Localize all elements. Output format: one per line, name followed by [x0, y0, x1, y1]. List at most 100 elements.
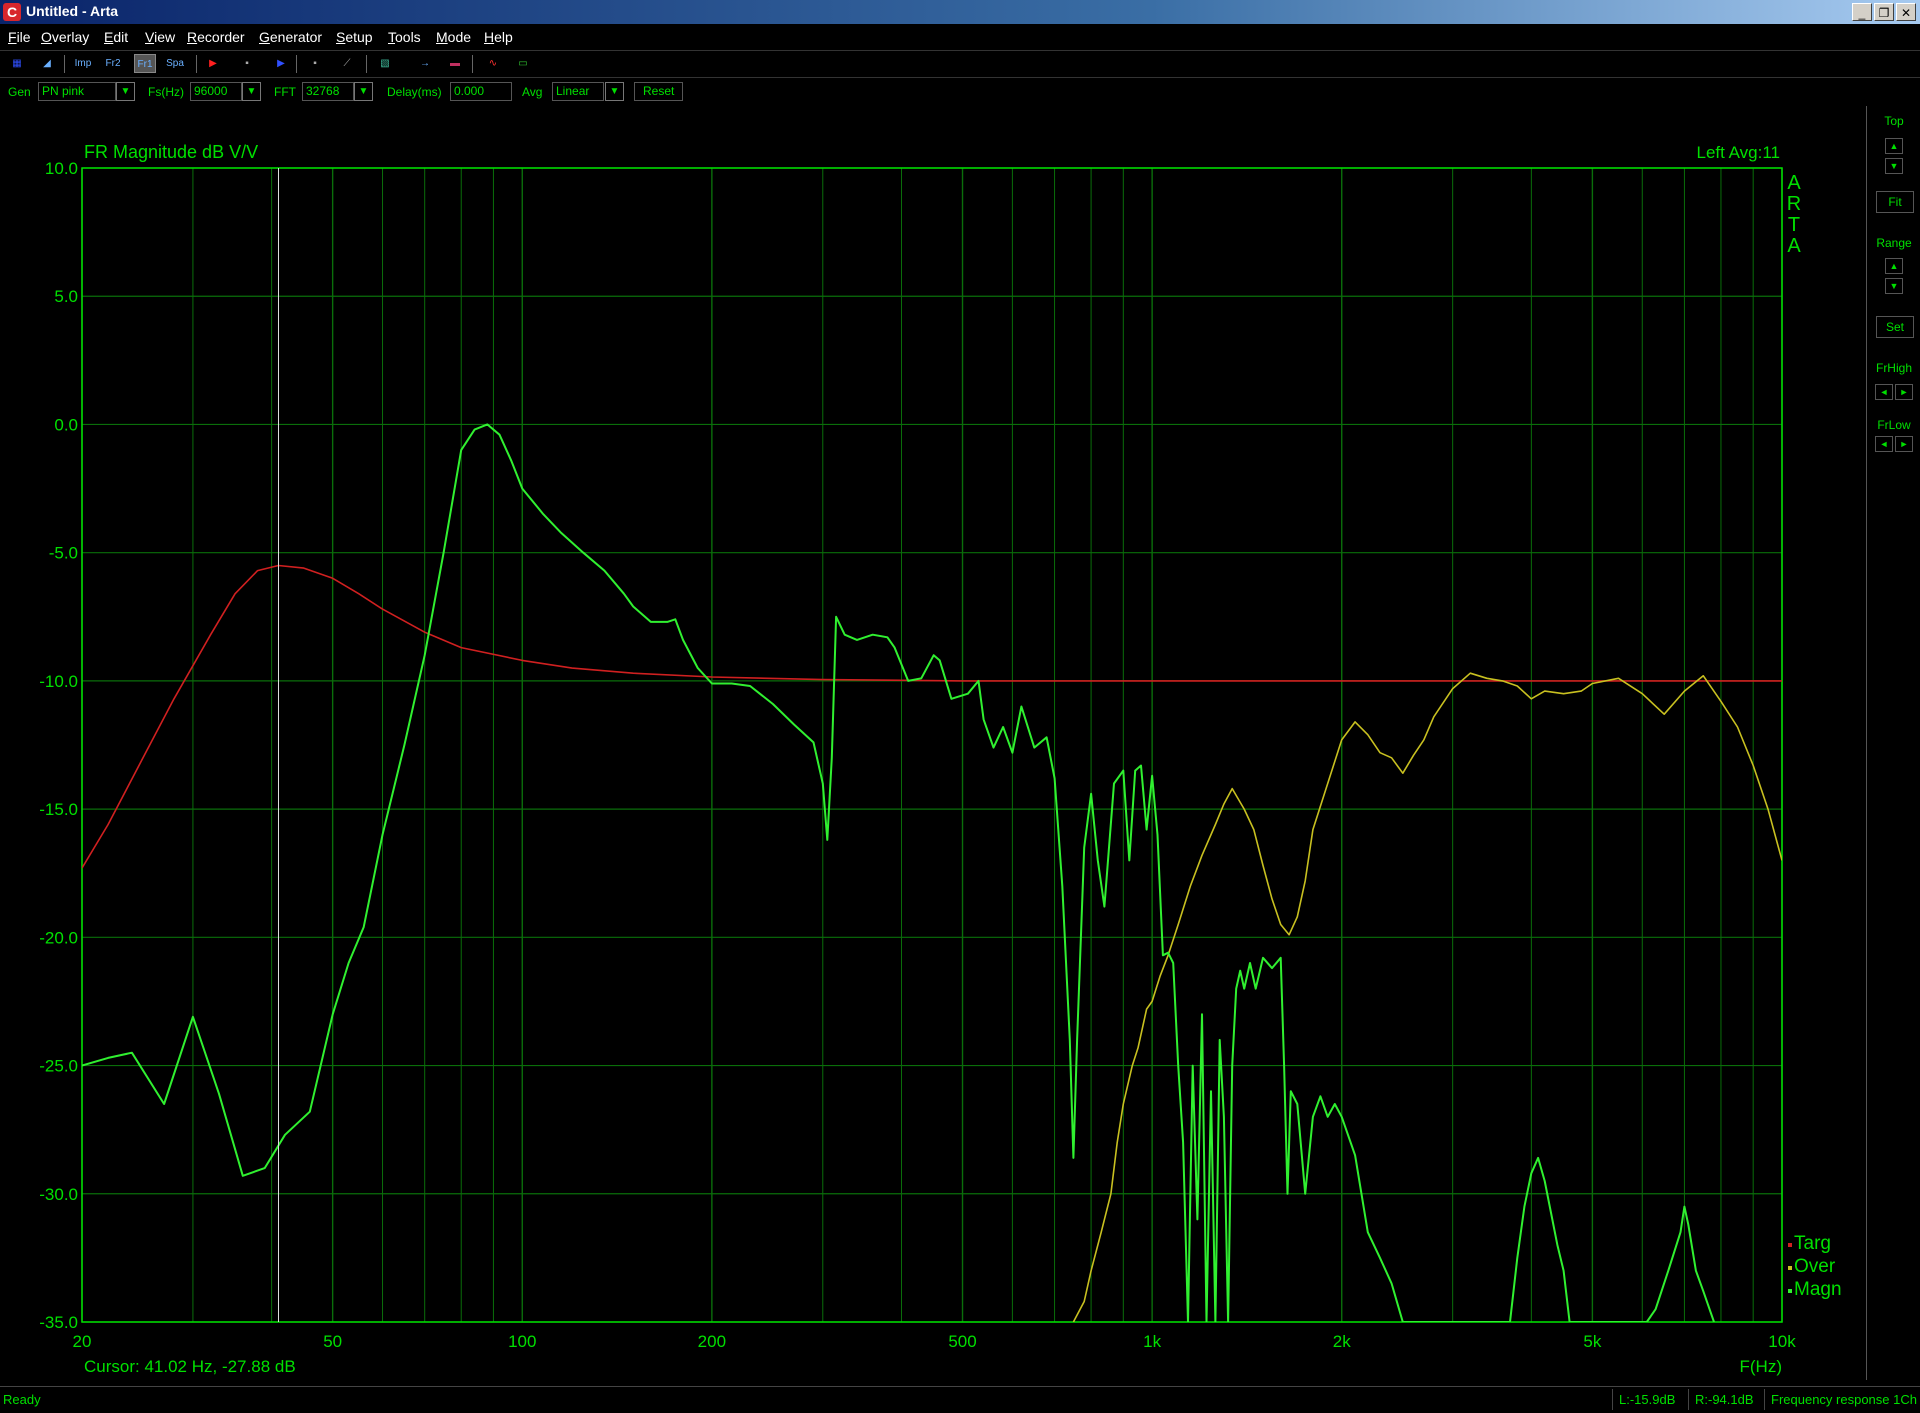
- series-line-targ: [82, 564, 1782, 869]
- fs-label: Fs(Hz): [148, 85, 184, 99]
- arta-logo-letter: T: [1788, 214, 1800, 236]
- left-level-readout: L:-15.9dB: [1612, 1389, 1686, 1410]
- top-up-arrow-icon[interactable]: ▲: [1885, 138, 1903, 154]
- legend-swatch-magn: [1788, 1289, 1792, 1293]
- x-tick-label: 200: [698, 1332, 726, 1351]
- toolbar-separator: [64, 55, 65, 73]
- toolbar-stop-icon[interactable]: ▪: [304, 54, 326, 73]
- menu-recorder[interactable]: Recorder: [187, 29, 245, 45]
- y-tick-label: 0.0: [54, 415, 78, 434]
- frhigh-left-arrow-icon[interactable]: ◄: [1875, 384, 1893, 400]
- generator-parameters-bar: Gen PN pink ▼ Fs(Hz) 96000 ▼ FFT 32768 ▼…: [0, 78, 1866, 106]
- measurement-mode-readout: Frequency response 1Ch: [1764, 1389, 1920, 1410]
- generator-type-select[interactable]: PN pink: [38, 82, 116, 101]
- y-tick-label: -20.0: [39, 928, 78, 947]
- y-tick-label: -35.0: [39, 1313, 78, 1332]
- arta-logo-letter: A: [1787, 172, 1801, 194]
- restore-button[interactable]: ❐: [1874, 3, 1894, 21]
- x-tick-label: 5k: [1583, 1332, 1601, 1351]
- toolbar-grid-icon[interactable]: ▦: [6, 54, 28, 73]
- frhigh-right-arrow-icon[interactable]: ►: [1895, 384, 1913, 400]
- right-level-readout: R:-94.1dB: [1688, 1389, 1762, 1410]
- frequency-response-chart[interactable]: 10.0 5.0 0.0 -5.0 -10.0 -15.0 -20.0 -25.0 -30.0 -…: [0, 106, 1866, 1386]
- toolbar-separator: [366, 55, 367, 73]
- toolbar-separator: [472, 55, 473, 73]
- menu-view[interactable]: View: [145, 29, 175, 45]
- minimize-button[interactable]: _: [1852, 3, 1872, 21]
- x-tick-label: 1k: [1143, 1332, 1161, 1351]
- frhigh-label: FrHigh: [1875, 361, 1912, 375]
- toolbar-fr1-mode-icon[interactable]: Fr1: [134, 54, 156, 73]
- menu-tools[interactable]: Tools: [388, 29, 421, 45]
- y-tick-label: -15.0: [39, 800, 78, 819]
- plot-frame: [81, 167, 1783, 1323]
- y-tick-label: 10.0: [45, 159, 78, 178]
- legend-label-over: Over: [1794, 1256, 1836, 1277]
- y-tick-label: -30.0: [39, 1185, 78, 1204]
- reset-button[interactable]: Reset: [634, 82, 684, 101]
- menu-overlay[interactable]: Overlay: [41, 29, 89, 45]
- fft-size-select[interactable]: 32768: [302, 82, 354, 101]
- x-tick-label: 500: [948, 1332, 976, 1351]
- menu-file[interactable]: File: [8, 29, 31, 45]
- menu-generator[interactable]: Generator: [259, 29, 322, 45]
- x-tick-label: 100: [508, 1332, 536, 1351]
- x-tick-label: 2k: [1333, 1332, 1351, 1351]
- toolbar-overlay-green-icon[interactable]: ▭: [512, 54, 534, 73]
- toolbar-wave-icon[interactable]: ∿: [482, 54, 504, 73]
- range-up-arrow-icon[interactable]: ▲: [1885, 258, 1903, 274]
- chart-title: FR Magnitude dB V/V: [84, 142, 258, 162]
- arta-logo-letter: R: [1787, 193, 1801, 215]
- top-down-arrow-icon[interactable]: ▼: [1885, 158, 1903, 174]
- scale-control-panel: Top ▲ ▼ Fit Range ▲ ▼ Set FrHigh ◄ ► FrL…: [1866, 106, 1920, 1380]
- generator-dropdown-icon[interactable]: ▼: [116, 82, 135, 101]
- toolbar-overlay-icon[interactable]: ▬: [444, 54, 466, 73]
- legend-label-targ: Targ: [1794, 1233, 1831, 1254]
- frlow-label: FrLow: [1877, 418, 1911, 432]
- delay-label: Delay(ms): [387, 85, 442, 99]
- menu-mode[interactable]: Mode: [436, 29, 471, 45]
- toolbar-ramp-icon[interactable]: ⟋: [336, 54, 358, 73]
- fft-dropdown-icon[interactable]: ▼: [354, 82, 373, 101]
- toolbar-play-icon[interactable]: ▶: [270, 54, 292, 73]
- range-down-arrow-icon[interactable]: ▼: [1885, 278, 1903, 294]
- set-button[interactable]: Set: [1876, 316, 1914, 338]
- sample-rate-select[interactable]: 96000: [190, 82, 242, 101]
- menu-setup[interactable]: Setup: [336, 29, 373, 45]
- fit-button[interactable]: Fit: [1876, 191, 1914, 213]
- legend-swatch-over: [1788, 1266, 1792, 1270]
- toolbar-separator: [196, 55, 197, 73]
- menu-edit[interactable]: Edit: [104, 29, 128, 45]
- frlow-left-arrow-icon[interactable]: ◄: [1875, 436, 1893, 452]
- avg-label: Avg: [522, 85, 543, 99]
- status-bar: Ready L:-15.9dB R:-94.1dB Frequency resp…: [0, 1386, 1920, 1413]
- averaging-dropdown-icon[interactable]: ▼: [605, 82, 624, 101]
- top-label: Top: [1884, 114, 1904, 128]
- series-line-over: [1072, 672, 1782, 1322]
- toolbar-stop-record-icon[interactable]: ▪: [236, 54, 258, 73]
- range-label: Range: [1876, 236, 1912, 250]
- toolbar-arrow-right-icon[interactable]: →: [414, 54, 436, 73]
- menu-bar: File Overlay Edit View Recorder Generato…: [0, 24, 1920, 50]
- toolbar-spa-mode-icon[interactable]: Spa: [164, 54, 186, 73]
- cursor-readout: Cursor: 41.02 Hz, -27.88 dB: [84, 1357, 296, 1376]
- frlow-right-arrow-icon[interactable]: ►: [1895, 436, 1913, 452]
- sample-rate-dropdown-icon[interactable]: ▼: [242, 82, 261, 101]
- x-tick-label: 10k: [1768, 1332, 1796, 1351]
- menu-help[interactable]: Help: [484, 29, 513, 45]
- status-ready-text: Ready: [3, 1392, 41, 1407]
- toolbar-imp-mode-icon[interactable]: Imp: [72, 54, 94, 73]
- toolbar-record-play-icon[interactable]: ▶: [202, 54, 224, 73]
- x-tick-label: 50: [323, 1332, 342, 1351]
- toolbar-fr2-mode-icon[interactable]: Fr2: [102, 54, 124, 73]
- y-tick-label: 5.0: [54, 287, 78, 306]
- averaging-select[interactable]: Linear: [552, 82, 604, 101]
- legend-label-magn: Magn: [1794, 1279, 1842, 1300]
- x-tick-label: 20: [73, 1332, 92, 1351]
- toolbar-separator: [296, 55, 297, 73]
- close-button[interactable]: ✕: [1896, 3, 1916, 21]
- toolbar-hatch-icon[interactable]: ▧: [374, 54, 396, 73]
- toolbar-triangle-icon[interactable]: ◢: [36, 54, 58, 73]
- legend-swatch-targ: [1788, 1243, 1792, 1247]
- delay-input[interactable]: 0.000: [450, 82, 512, 101]
